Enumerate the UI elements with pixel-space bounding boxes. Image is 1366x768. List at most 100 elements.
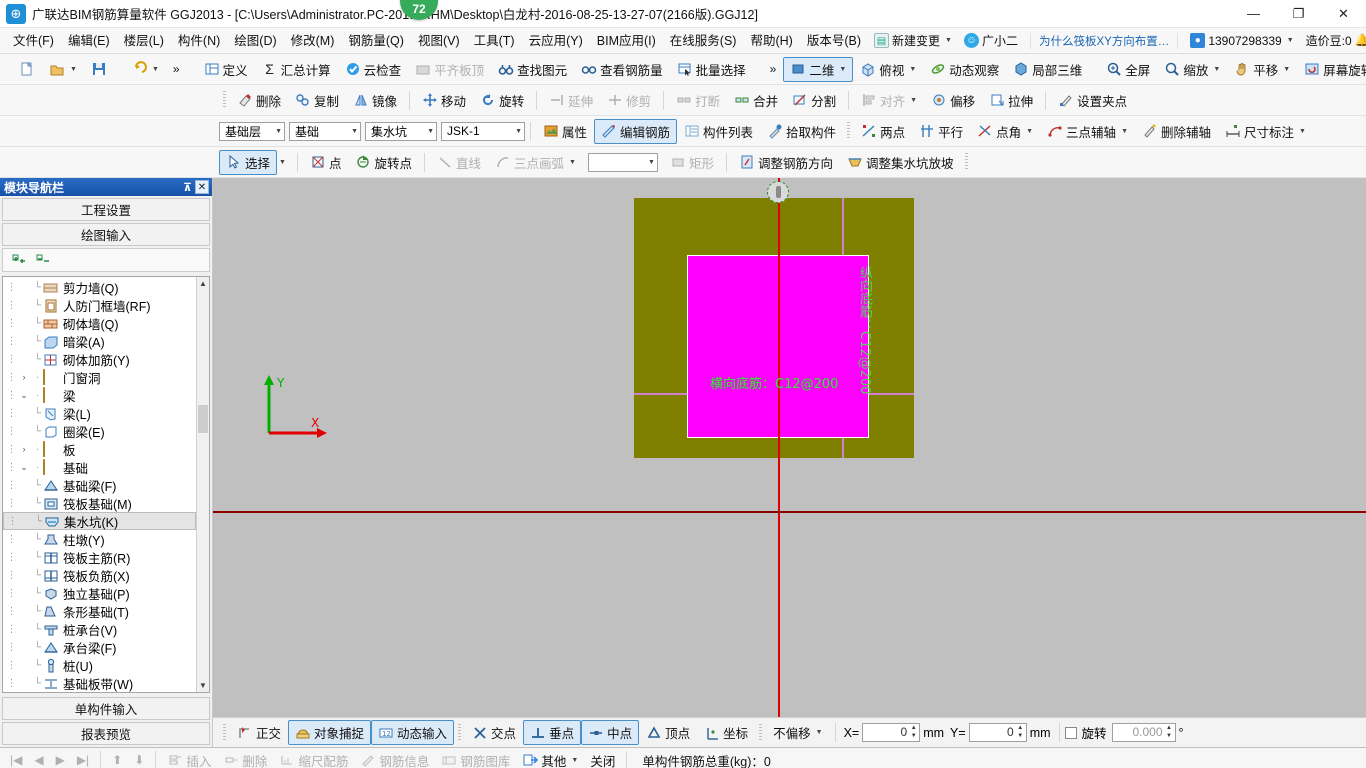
last-record-button[interactable]: ▶| xyxy=(71,748,95,768)
three-point-arc-button[interactable]: 三点画弧 ▼ xyxy=(488,150,583,175)
move-up-button[interactable]: ⬆ xyxy=(106,748,128,768)
cloud-check-button[interactable]: 云检查 xyxy=(338,57,409,82)
chevron-down-icon[interactable]: ⌄ xyxy=(17,390,31,401)
menu-version[interactable]: 版本号(B) xyxy=(800,28,868,54)
line-tool-button[interactable]: 直线 xyxy=(430,150,488,175)
minimize-button[interactable]: — xyxy=(1231,0,1276,28)
summary-calc-button[interactable]: Σ 汇总计算 xyxy=(255,57,338,82)
report-preview-button[interactable]: 报表预览 xyxy=(2,722,210,745)
adjust-sump-slope-button[interactable]: 调整集水坑放坡 xyxy=(840,150,961,175)
merge-button[interactable]: 合并 xyxy=(727,88,785,113)
spinner-icon[interactable]: ▲ ▼ xyxy=(908,724,919,741)
component-list-button[interactable]: 构件列表 xyxy=(677,119,760,144)
tree-node[interactable]: ⋮ └ 筏板主筋(R) xyxy=(3,548,196,566)
snap-vertex[interactable]: 顶点 xyxy=(639,720,697,745)
menu-view[interactable]: 视图(V) xyxy=(411,28,467,54)
tree-node[interactable]: ⋮ └ 基础梁(F) xyxy=(3,476,196,494)
rotate-checkbox[interactable] xyxy=(1064,726,1077,739)
move-button[interactable]: 移动 xyxy=(415,88,473,113)
tree-node[interactable]: ⋮ └ 剪力墙(Q) xyxy=(3,278,196,296)
menu-tools[interactable]: 工具(T) xyxy=(467,28,522,54)
offset-button[interactable]: 偏移 xyxy=(924,88,982,113)
delete-button[interactable]: 删除 xyxy=(230,88,288,113)
tree-node[interactable]: ⋮ └ 桩(U) xyxy=(3,656,196,674)
floor-selector[interactable]: 基础层 ▼ xyxy=(219,121,285,141)
align-button[interactable]: 对齐 ▼ xyxy=(854,88,924,113)
rebar-info-button[interactable]: 钢筋信息 xyxy=(354,748,435,768)
x-offset-input[interactable]: 0 ▲ ▼ xyxy=(862,723,921,742)
next-record-button[interactable]: ▶ xyxy=(50,748,71,768)
tree-scrollbar[interactable]: ▲ ▼ xyxy=(196,277,209,692)
pick-component-button[interactable]: 拾取构件 xyxy=(760,119,843,144)
toolbar-grip[interactable] xyxy=(223,723,226,742)
chevron-down-icon[interactable]: ⌄ xyxy=(17,462,31,473)
tree-node[interactable]: ⋮ └ 桩承台(V) xyxy=(3,620,196,638)
two-point-axis-button[interactable]: 两点 xyxy=(854,119,912,144)
pan-button[interactable]: 平移 ▼ xyxy=(1227,57,1297,82)
menu-cloud[interactable]: 云应用(Y) xyxy=(522,28,590,54)
mirror-button[interactable]: 镜像 xyxy=(346,88,404,113)
move-down-button[interactable]: ⬇ xyxy=(128,748,150,768)
user-nick-button[interactable]: ☺ 广小二 xyxy=(958,32,1024,49)
rotate-button[interactable]: 旋转 xyxy=(473,88,531,113)
menu-file[interactable]: 文件(F) xyxy=(6,28,61,54)
insert-row-button[interactable]: 插入 xyxy=(161,748,217,768)
toolbar-overflow-left[interactable]: » xyxy=(166,57,187,82)
origin-marker[interactable] xyxy=(767,181,789,203)
collapse-all-icon[interactable] xyxy=(35,252,51,268)
edit-rebar-button[interactable]: 编辑钢筋 xyxy=(594,118,678,144)
spinner-icon[interactable]: ▲ ▼ xyxy=(1164,724,1175,741)
break-button[interactable]: 打断 xyxy=(669,88,727,113)
close-icon[interactable]: ✕ xyxy=(195,180,209,194)
snap-perpendicular[interactable]: 垂点 xyxy=(523,720,582,745)
view-2d-button[interactable]: 二维 ▼ xyxy=(783,56,854,82)
tree-node[interactable]: ⋮ └ 筏板负筋(X) xyxy=(3,566,196,584)
drawing-canvas[interactable]: 纵向底筋：C12@200 横向底筋：C12@200 Y X xyxy=(213,178,1366,717)
menu-help[interactable]: 帮助(H) xyxy=(743,28,799,54)
menu-draw[interactable]: 绘图(D) xyxy=(227,28,283,54)
bell-icon[interactable]: 🔔 xyxy=(1355,33,1366,48)
spinner-icon[interactable]: ▲ ▼ xyxy=(1015,724,1026,741)
toolbar-grip[interactable] xyxy=(847,122,851,140)
new-change-button[interactable]: ▤ 新建变更 ▼ xyxy=(868,32,958,49)
scroll-down-icon[interactable]: ▼ xyxy=(197,679,209,692)
point-angle-axis-button[interactable]: 点角 ▼ xyxy=(970,119,1040,144)
tree-node[interactable]: ⋮ └ 筏板基础(M) xyxy=(3,494,196,512)
coin-balance[interactable]: 造价豆:0 🔔 xyxy=(1300,32,1366,49)
toolbar-grip[interactable] xyxy=(759,723,763,742)
tree-node[interactable]: ⋮ └ 基础板带(W) xyxy=(3,674,196,692)
zoom-button[interactable]: 缩放 ▼ xyxy=(1157,57,1227,82)
find-element-button[interactable]: 查找图元 xyxy=(491,57,574,82)
component-name-selector[interactable]: JSK-1 ▼ xyxy=(441,121,525,141)
tree-node[interactable]: ⋮ └ 砌体加筋(Y) xyxy=(3,350,196,368)
rotate-point-tool-button[interactable]: 旋转点 xyxy=(348,150,419,175)
tree-node[interactable]: ⋮ └ 梁(L) xyxy=(3,404,196,422)
tree-node[interactable]: ⋮ ⌄ · 基础 xyxy=(3,458,196,476)
rectangle-tool-button[interactable]: 矩形 xyxy=(663,150,721,175)
pin-icon[interactable]: ⊼ xyxy=(183,181,192,194)
dimension-button[interactable]: 尺寸标注 ▼ xyxy=(1218,119,1313,144)
menu-rebar[interactable]: 钢筋量(Q) xyxy=(341,28,411,54)
tree-node[interactable]: ⋮ └ 独立基础(P) xyxy=(3,584,196,602)
open-file-button[interactable]: ▼ xyxy=(42,57,84,82)
flush-slab-top-button[interactable]: 平齐板顶 xyxy=(408,57,491,82)
toolbar-grip[interactable] xyxy=(964,153,968,171)
split-button[interactable]: 分割 xyxy=(785,88,843,113)
tree-node[interactable]: ⋮ └ 集水坑(K) xyxy=(3,512,196,530)
tree-node[interactable]: ⋮ └ 人防门框墙(RF) xyxy=(3,296,196,314)
save-button[interactable] xyxy=(84,57,114,82)
local-3d-button[interactable]: 局部三维 xyxy=(1006,57,1089,82)
snap-coordinate[interactable]: 坐标 xyxy=(697,720,755,745)
snap-intersection[interactable]: 交点 xyxy=(465,720,523,745)
chevron-right-icon[interactable]: › xyxy=(17,372,31,382)
ortho-toggle[interactable]: 正交 xyxy=(230,720,288,745)
tab-project-settings[interactable]: 工程设置 xyxy=(2,198,210,221)
toolbar-grip[interactable] xyxy=(458,723,462,742)
copy-button[interactable]: 复制 xyxy=(288,88,346,113)
chevron-down-icon[interactable]: ▼ xyxy=(279,159,286,166)
view-rebar-qty-button[interactable]: 查看钢筋量 xyxy=(574,57,670,82)
prev-record-button[interactable]: ◀ xyxy=(28,748,49,768)
tab-drawing-input[interactable]: 绘图输入 xyxy=(2,223,210,246)
top-view-button[interactable]: 俯视 ▼ xyxy=(853,57,923,82)
undo-button[interactable]: ▼ xyxy=(124,57,166,82)
